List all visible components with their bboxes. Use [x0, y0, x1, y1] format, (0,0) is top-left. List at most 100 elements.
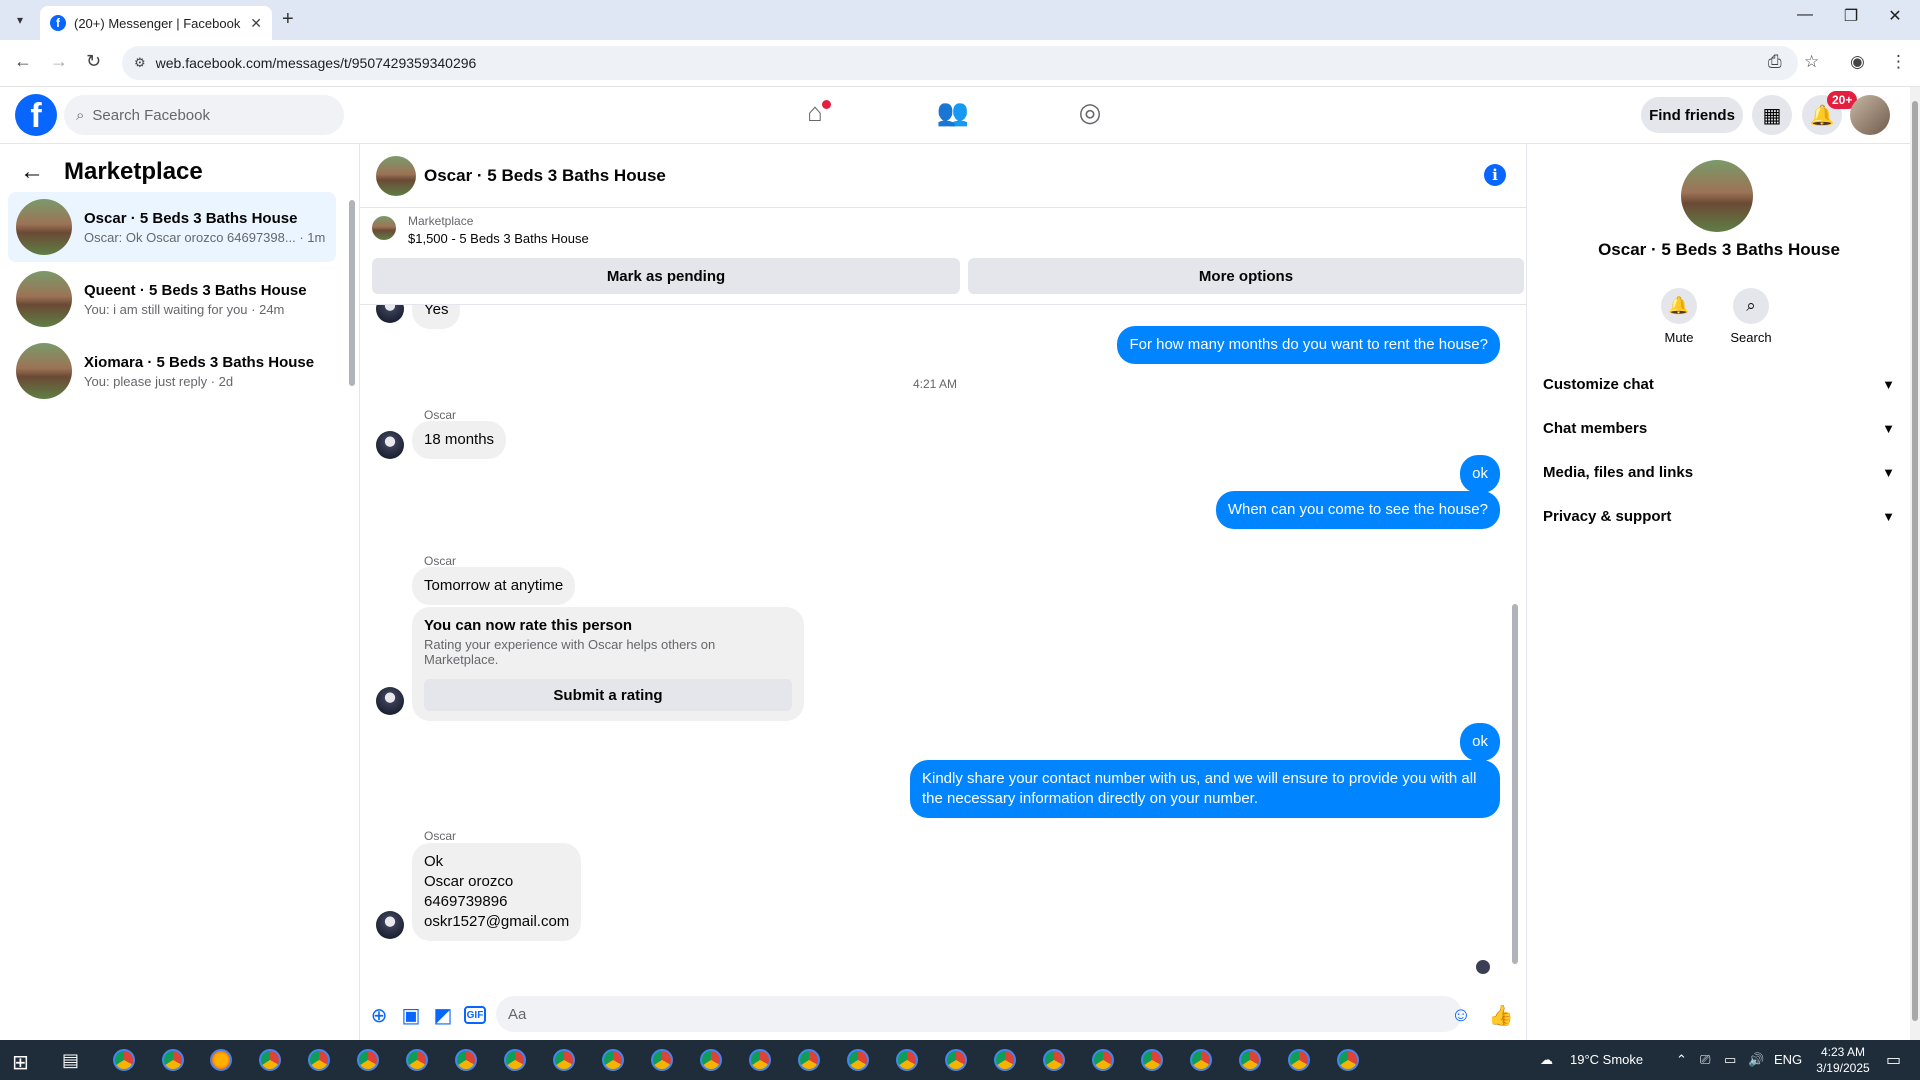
chrome-app-icon[interactable] [697, 1046, 725, 1074]
sender-name: Oscar [424, 829, 457, 843]
chrome-app-icon[interactable] [1138, 1046, 1166, 1074]
chrome-app-icon[interactable] [893, 1046, 921, 1074]
language-indicator[interactable]: ENG [1774, 1052, 1802, 1067]
sender-avatar [376, 687, 404, 715]
chat-list-scrollbar[interactable] [349, 200, 355, 386]
chrome-app-icon[interactable] [403, 1046, 431, 1074]
rating-title: You can now rate this person [424, 617, 633, 634]
thread-scrollbar[interactable] [1512, 604, 1518, 964]
more-options-button[interactable]: More options [968, 258, 1524, 294]
chrome-app-icon[interactable] [1285, 1046, 1313, 1074]
chrome-app-icon[interactable] [550, 1046, 578, 1074]
tab-list-chevron-icon[interactable]: ▾ [8, 8, 32, 32]
search-label: Search [1730, 330, 1772, 345]
task-view-icon[interactable]: ▤ [62, 1050, 79, 1071]
mute-bell-icon[interactable]: 🔔 [1661, 288, 1697, 324]
new-tab-icon[interactable]: + [282, 8, 294, 31]
customize-chat-row[interactable]: Customize chat ▼ [1543, 366, 1895, 402]
facebook-search[interactable]: ⌕ Search Facebook [64, 95, 344, 135]
tab-close-icon[interactable]: ✕ [250, 15, 262, 32]
sticker-icon[interactable]: ◩ [432, 1004, 454, 1027]
volume-icon[interactable]: 🔊 [1748, 1052, 1764, 1068]
minimize-icon[interactable]: — [1782, 6, 1828, 24]
chrome-app-icon[interactable] [795, 1046, 823, 1074]
chrome-app-icon[interactable] [110, 1046, 138, 1074]
chrome-app-icon[interactable] [501, 1046, 529, 1074]
groups-icon[interactable]: ◎ [1070, 97, 1110, 128]
system-clock[interactable]: 4:23 AM 3/19/2025 [1808, 1044, 1878, 1076]
sender-name: Oscar [424, 554, 457, 568]
forward-arrow-icon[interactable]: → [50, 51, 68, 72]
emoji-icon[interactable]: ☺ [1450, 1004, 1472, 1026]
chrome-app-icon[interactable] [159, 1046, 187, 1074]
chrome-app-icon[interactable] [1040, 1046, 1068, 1074]
display-icon[interactable]: ▭ [1724, 1052, 1736, 1068]
page-scrollbar[interactable] [1910, 87, 1920, 1040]
site-info-icon[interactable]: ⚙ [134, 55, 146, 71]
search-icon[interactable]: ⌕ [1733, 288, 1769, 324]
plus-circle-icon[interactable]: ⊕ [368, 1004, 390, 1027]
submit-rating-button[interactable]: Submit a rating [424, 679, 792, 711]
chrome-app-icon[interactable] [256, 1046, 284, 1074]
chrome-app-icon[interactable] [305, 1046, 333, 1074]
thumbs-up-icon[interactable]: 👍 [1489, 1004, 1514, 1027]
profile-icon[interactable]: ◉ [1850, 52, 1865, 72]
chrome-app-icon[interactable] [1187, 1046, 1215, 1074]
chrome-app-icon[interactable] [991, 1046, 1019, 1074]
friends-icon[interactable]: 👥 [933, 97, 973, 128]
menu-grid-icon[interactable]: ▦ [1752, 95, 1792, 135]
info-icon[interactable]: i [1484, 164, 1506, 186]
profile-avatar[interactable] [1850, 95, 1890, 135]
chat-avatar[interactable] [376, 156, 416, 196]
url-omnibox[interactable]: ⚙ web.facebook.com/messages/t/9507429359… [122, 46, 1798, 80]
mute-action[interactable]: 🔔 Mute [1649, 288, 1709, 345]
photo-icon[interactable]: ▣ [400, 1004, 422, 1027]
gif-icon[interactable]: GIF [464, 1006, 486, 1024]
back-arrow-icon[interactable]: ← [14, 51, 32, 72]
browser-menu-icon[interactable]: ⋮ [1890, 52, 1907, 72]
mark-as-pending-button[interactable]: Mark as pending [372, 258, 960, 294]
chrome-app-icon[interactable] [599, 1046, 627, 1074]
find-friends-button[interactable]: Find friends [1641, 97, 1743, 133]
chat-title[interactable]: Oscar · 5 Beds 3 Baths House [424, 166, 666, 186]
back-arrow-icon[interactable]: ← [20, 158, 44, 186]
chrome-app-icon[interactable] [746, 1046, 774, 1074]
chrome-app-icon[interactable] [942, 1046, 970, 1074]
facebook-logo-icon[interactable]: f [15, 94, 57, 136]
search-action[interactable]: ⌕ Search [1721, 288, 1781, 345]
chrome-app-icon[interactable] [648, 1046, 676, 1074]
media-files-links-row[interactable]: Media, files and links ▼ [1543, 454, 1895, 490]
chrome-app-icon[interactable] [354, 1046, 382, 1074]
conversation-item[interactable]: Oscar · 5 Beds 3 Baths House Oscar: Ok O… [8, 192, 336, 262]
reload-icon[interactable]: ↻ [86, 51, 101, 72]
chrome-app-icon[interactable] [844, 1046, 872, 1074]
chrome-app-icon[interactable] [1089, 1046, 1117, 1074]
message-line: Oscar orozco [424, 873, 514, 890]
bookmark-star-icon[interactable]: ☆ [1804, 52, 1819, 72]
conversation-item[interactable]: Queent · 5 Beds 3 Baths House You: i am … [8, 264, 336, 334]
firefox-app-icon[interactable] [207, 1046, 235, 1074]
message-input[interactable] [496, 996, 1462, 1032]
chrome-app-icon[interactable] [1236, 1046, 1264, 1074]
incoming-message: 18 months [412, 421, 507, 459]
windows-start-icon[interactable]: ⊞ [12, 1050, 29, 1075]
chat-members-row[interactable]: Chat members ▼ [1543, 410, 1895, 446]
weather-text[interactable]: 19°C Smoke [1570, 1052, 1643, 1067]
install-app-icon[interactable]: ⎙ [1768, 52, 1782, 72]
weather-icon[interactable]: ☁ [1540, 1052, 1553, 1068]
chrome-app-icon[interactable] [1334, 1046, 1362, 1074]
browser-tab[interactable]: f (20+) Messenger | Facebook ✕ [40, 6, 272, 40]
privacy-support-row[interactable]: Privacy & support ▼ [1543, 498, 1895, 534]
conversation-item[interactable]: Xiomara · 5 Beds 3 Baths House You: plea… [8, 336, 336, 406]
chat-avatar-large[interactable] [1681, 160, 1753, 232]
marketplace-listing-bar[interactable]: Marketplace $1,500 - 5 Beds 3 Baths Hous… [360, 208, 1526, 248]
notification-center-icon[interactable]: ▭ [1886, 1050, 1901, 1070]
page-scrollbar-thumb[interactable] [1912, 101, 1918, 1021]
tray-chevron-up-icon[interactable]: ⌃ [1676, 1052, 1687, 1068]
clock-date: 3/19/2025 [1816, 1061, 1870, 1075]
network-icon[interactable]: ⎚ [1700, 1052, 1710, 1068]
home-notification-dot [822, 100, 831, 109]
chrome-app-icon[interactable] [452, 1046, 480, 1074]
window-close-icon[interactable]: ✕ [1872, 6, 1918, 26]
restore-icon[interactable]: ❐ [1828, 6, 1874, 26]
